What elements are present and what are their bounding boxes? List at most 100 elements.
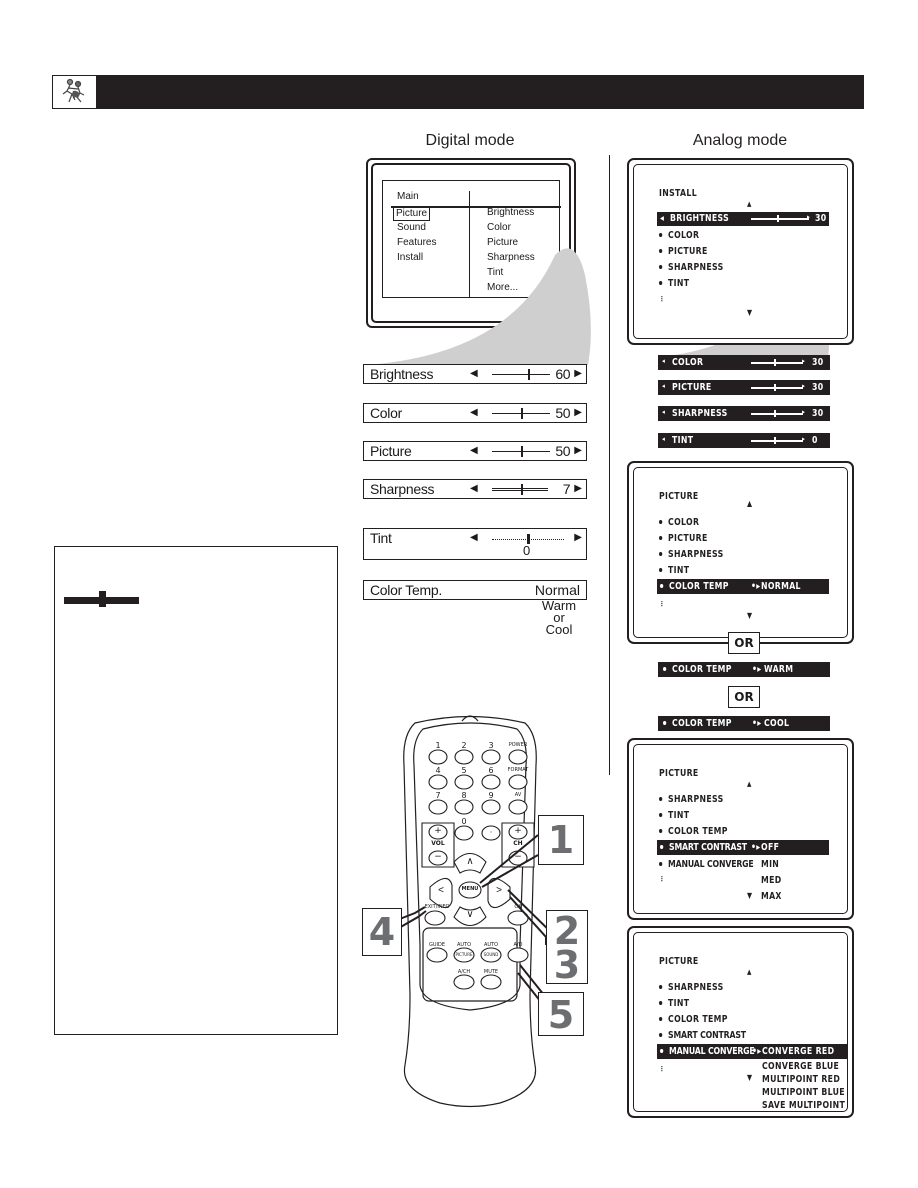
bar-knob[interactable] <box>774 410 777 417</box>
key-8[interactable] <box>454 799 474 815</box>
bar-label: TINT <box>672 435 694 446</box>
left-arrow-icon[interactable]: ◂ <box>662 357 665 365</box>
right-arrow-icon[interactable]: ▶ <box>574 445 582 456</box>
picture-row[interactable]: Picture ◀ 50 ▶ <box>363 441 587 461</box>
scroll-down-icon[interactable]: ▼ <box>747 611 752 620</box>
tint-bar[interactable]: ◂ TINT ▸ 0 <box>658 433 830 448</box>
power-button[interactable] <box>508 749 528 765</box>
menu-item[interactable]: TINT <box>659 998 689 1009</box>
key-3[interactable] <box>481 749 501 765</box>
menu-item[interactable]: TINT <box>659 565 689 576</box>
highlight-row[interactable]: SMART CONTRAST •▸ OFF <box>657 840 829 855</box>
menu-item[interactable]: SHARPNESS <box>659 794 724 805</box>
key-9[interactable] <box>481 799 501 815</box>
highlight-row[interactable]: ◂ BRIGHTNESS ▸ 30 <box>657 212 829 226</box>
option-med[interactable]: MED <box>761 875 782 886</box>
sharpness-row[interactable]: Sharpness ◀ 7 ▶ <box>363 479 587 499</box>
option-multipoint-red[interactable]: MULTIPOINT RED <box>762 1074 840 1085</box>
option-min[interactable]: MIN <box>761 859 779 870</box>
color-temp-row[interactable]: Color Temp. Normal <box>363 580 587 600</box>
right-arrow-icon[interactable]: ▶ <box>574 532 582 543</box>
left-arrow-icon[interactable]: ◀ <box>470 532 478 543</box>
slider-knob[interactable] <box>527 369 530 380</box>
right-arrow-icon[interactable]: ▶ <box>574 368 582 379</box>
left-arrow-icon[interactable]: ◀ <box>470 407 478 418</box>
right-arrow-icon[interactable]: ▸ <box>802 357 805 365</box>
right-arrow-icon[interactable]: ▶ <box>574 483 582 494</box>
tint-row[interactable]: Tint ◀ ▶ 0 <box>363 528 587 560</box>
key-6[interactable] <box>481 774 501 790</box>
left-arrow-icon[interactable]: ◂ <box>660 213 664 224</box>
scroll-up-icon[interactable]: ▲ <box>747 499 752 508</box>
key-5[interactable] <box>454 774 474 790</box>
key-4[interactable] <box>428 774 448 790</box>
brightness-value: 30 <box>815 213 827 224</box>
right-arrow-icon[interactable]: ▸ <box>802 435 805 443</box>
step-4-callout: 4 <box>362 908 402 956</box>
left-arrow-icon[interactable]: ◂ <box>662 382 665 390</box>
right-arrow-icon[interactable]: ▸ <box>802 408 805 416</box>
menu-item[interactable]: COLOR TEMP <box>659 1014 728 1025</box>
scroll-down-icon[interactable]: ▼ <box>747 1073 752 1082</box>
left-arrow-icon[interactable]: ◂ <box>662 435 665 443</box>
menu-item[interactable]: COLOR <box>659 230 699 241</box>
menu-item[interactable]: SMART CONTRAST <box>659 1030 746 1041</box>
right-arrow-icon[interactable]: ▶ <box>574 407 582 418</box>
color-row[interactable]: Color ◀ 50 ▶ <box>363 403 587 423</box>
scroll-up-icon[interactable]: ▲ <box>747 780 752 788</box>
slider-knob[interactable] <box>521 484 523 495</box>
menu-item[interactable]: COLOR TEMP <box>659 826 728 837</box>
menu-item[interactable]: PICTURE <box>659 246 708 257</box>
option-multipoint-blue[interactable]: MULTIPOINT BLUE <box>762 1087 845 1098</box>
key-2[interactable] <box>454 749 474 765</box>
key-1[interactable] <box>428 749 448 765</box>
left-arrow-icon[interactable]: ◂ <box>662 408 665 416</box>
analog-screen-manual-converge: PICTURE ▲ SHARPNESS TINT COLOR TEMP SMAR… <box>627 926 854 1118</box>
bar-knob[interactable] <box>774 359 777 366</box>
menu-item[interactable]: TINT <box>659 810 689 821</box>
submenu-item-brightness[interactable]: Brightness <box>487 207 534 219</box>
menu-item-picture[interactable]: Picture <box>393 207 431 221</box>
key-7[interactable] <box>428 799 448 815</box>
scroll-down-icon[interactable]: ▼ <box>747 308 752 317</box>
highlight-row[interactable]: MANUAL CONVERGE •▸ CONVERGE RED <box>657 1044 847 1059</box>
color-temp-label: Color Temp. <box>370 582 442 598</box>
brightness-knob[interactable] <box>777 215 779 222</box>
color-temp-cool-bar[interactable]: COLOR TEMP •▸ COOL <box>658 716 830 731</box>
or-label: OR <box>728 686 760 708</box>
av-button[interactable] <box>508 799 528 815</box>
menu-item[interactable]: SHARPNESS <box>659 262 724 273</box>
submenu-item-color[interactable]: Color <box>487 222 511 234</box>
menu-item-sound[interactable]: Sound <box>397 222 426 234</box>
picture-bar[interactable]: ◂ PICTURE ▸ 30 <box>658 380 830 395</box>
key-label: 6 <box>488 766 494 775</box>
brightness-row[interactable]: Brightness ◀ 60 ▶ <box>363 364 587 384</box>
menu-item[interactable]: COLOR <box>659 517 699 528</box>
right-arrow-icon[interactable]: ▸ <box>802 382 805 390</box>
left-arrow-icon[interactable]: ◀ <box>470 445 478 456</box>
left-arrow-icon[interactable]: ◀ <box>470 483 478 494</box>
left-arrow-icon[interactable]: ◀ <box>470 368 478 379</box>
sharpness-bar[interactable]: ◂ SHARPNESS ▸ 30 <box>658 406 830 421</box>
menu-item[interactable]: TINT <box>659 278 689 289</box>
color-bar[interactable]: ◂ COLOR ▸ 30 <box>658 355 830 370</box>
scroll-up-icon[interactable]: ▲ <box>747 968 752 976</box>
color-temp-warm-bar[interactable]: COLOR TEMP •▸ WARM <box>658 662 830 677</box>
scroll-up-icon[interactable]: ▲ <box>747 200 752 208</box>
menu-item[interactable]: MANUAL CONVERGE <box>659 859 754 870</box>
menu-item[interactable]: PICTURE <box>659 533 708 544</box>
bar-knob[interactable] <box>774 437 777 444</box>
option-converge-blue[interactable]: CONVERGE BLUE <box>762 1061 839 1072</box>
option-save-multipoint[interactable]: SAVE MULTIPOINT <box>762 1100 845 1111</box>
bar-knob[interactable] <box>774 384 777 391</box>
highlight-row[interactable]: COLOR TEMP •▸ NORMAL <box>657 579 829 594</box>
option-max[interactable]: MAX <box>761 891 782 902</box>
key-label: 8 <box>461 791 467 800</box>
menu-item[interactable]: SHARPNESS <box>659 982 724 993</box>
slider-knob[interactable] <box>521 408 523 419</box>
menu-item[interactable]: SHARPNESS <box>659 549 724 560</box>
format-button[interactable] <box>508 774 528 790</box>
scroll-down-icon[interactable]: ▼ <box>747 891 752 900</box>
slider-knob[interactable] <box>521 446 523 457</box>
right-arrow-icon[interactable]: ▸ <box>807 213 810 221</box>
